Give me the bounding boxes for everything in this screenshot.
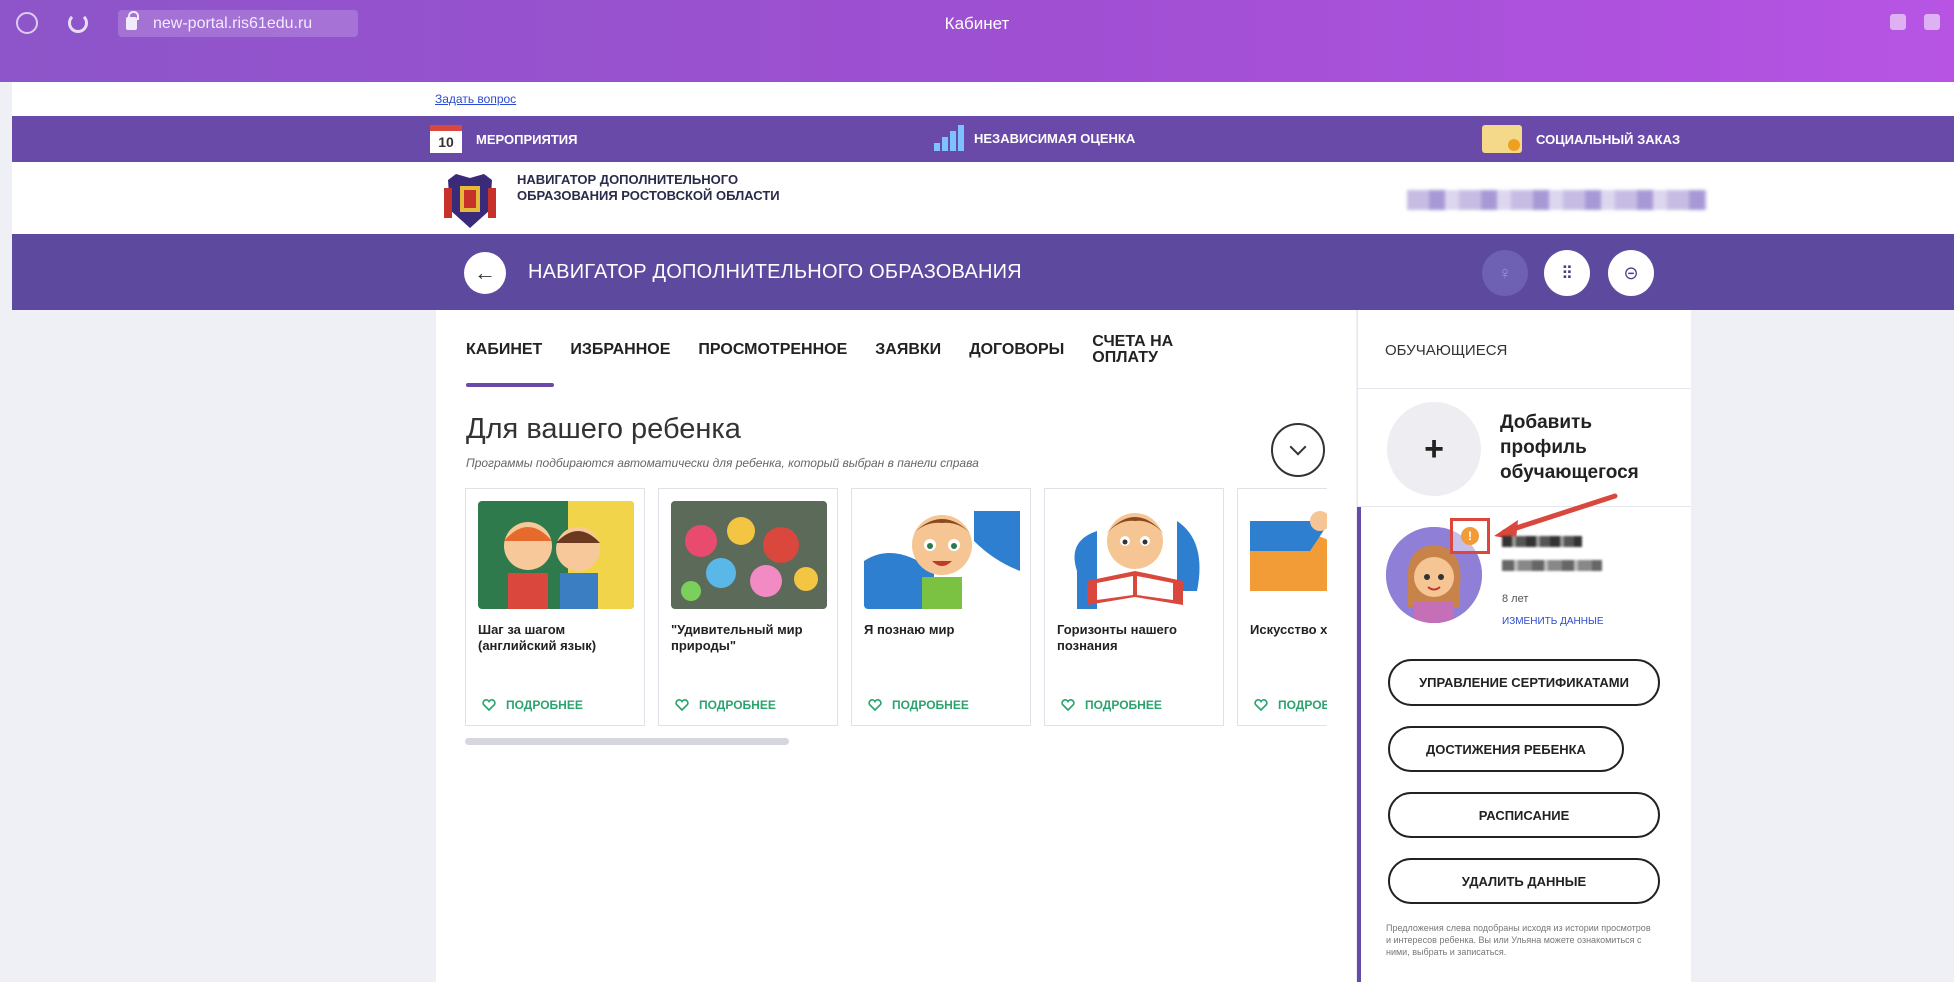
lock-icon <box>126 11 139 30</box>
logout-button[interactable]: ⊝ <box>1608 250 1654 296</box>
ask-question-link[interactable]: Задать вопрос <box>435 92 516 106</box>
child-achievements-button[interactable]: Достижения ребенка <box>1388 726 1624 772</box>
program-card-title: Я познаю мир <box>864 622 955 637</box>
url-text: new-portal.ris61edu.ru <box>153 14 313 32</box>
section-title: Для вашего ребенка <box>466 413 741 445</box>
program-card-title: Горизонты нашего познания <box>1057 622 1177 653</box>
kids-classroom-image <box>478 501 634 609</box>
program-card-title: Искусство хореографии <box>1250 622 1327 637</box>
carousel-scrollbar[interactable] <box>465 738 789 745</box>
portal-nav-label: Мероприятия <box>476 131 578 147</box>
add-profile-button[interactable]: + <box>1387 402 1481 496</box>
tab-contracts[interactable]: Договоры <box>969 342 1064 358</box>
tab-invoices[interactable]: Счета на оплату <box>1092 334 1192 366</box>
bookmark-icon[interactable] <box>1924 14 1940 30</box>
program-card-more-label: Подробнее <box>1278 698 1327 712</box>
sliders-icon: ⫶⫶ <box>1562 262 1572 283</box>
selected-student-indicator <box>1357 507 1361 982</box>
navigator-title: Навигатор дополнительного образования <box>528 261 1022 283</box>
navigator-bar: ← Навигатор дополнительного образования … <box>12 234 1954 310</box>
section-subtitle: Программы подбираются автоматически для … <box>466 456 979 470</box>
program-card-more-link[interactable]: Подробнее <box>1254 698 1327 712</box>
program-card-more-link[interactable]: Подробнее <box>482 698 583 712</box>
browser-bar: new-portal.ris61edu.ru Кабинет <box>0 0 1954 82</box>
annotation-arrow-icon <box>1494 493 1618 540</box>
browser-menu-icon[interactable] <box>16 12 38 34</box>
boy-cartoon-image <box>864 501 1020 609</box>
warning-icon[interactable]: ! <box>1461 527 1479 545</box>
program-card-more-label: Подробнее <box>1085 698 1162 712</box>
portal-nav-label: Социальный заказ <box>1536 131 1681 147</box>
program-card-more-label: Подробнее <box>506 698 583 712</box>
dance-image <box>1250 501 1327 609</box>
portal-nav-label: Независимая оценка <box>974 130 1136 146</box>
child-surname-blurred <box>1502 560 1602 571</box>
divider <box>1357 388 1691 389</box>
cabinet-tabs: Кабинет Избранное Просмотренное Заявки Д… <box>466 334 1220 366</box>
portal-nav-item-assessment[interactable]: Независимая оценка <box>934 125 1135 151</box>
schedule-button[interactable]: Расписание <box>1388 792 1660 838</box>
heart-icon[interactable] <box>1254 699 1268 711</box>
portal-nav-item-events[interactable]: 10 Мероприятия <box>430 125 577 153</box>
students-panel-title: Обучающиеся <box>1385 342 1508 359</box>
child-age: 8 лет <box>1502 593 1529 605</box>
region-header: Навигатор дополнительного образования Ро… <box>12 162 1954 234</box>
arrow-left-icon: ← <box>474 260 496 285</box>
region-title[interactable]: Навигатор дополнительного образования Ро… <box>517 172 817 204</box>
active-tab-indicator <box>466 383 554 387</box>
profile-button[interactable]: ♀ <box>1482 250 1528 296</box>
program-card-title: "Удивительный мир природы" <box>671 622 803 653</box>
program-card-more-label: Подробнее <box>699 698 776 712</box>
program-card[interactable]: Я познаю мир Подробнее <box>851 488 1031 726</box>
browser-extensions <box>1890 14 1940 30</box>
plus-icon: + <box>1424 429 1444 468</box>
portal-nav-item-social-order[interactable]: Социальный заказ <box>1482 125 1680 153</box>
reload-icon[interactable] <box>68 13 88 33</box>
exit-icon: ⊝ <box>1623 262 1639 283</box>
back-button[interactable]: ← <box>464 252 506 294</box>
user-info-blurred <box>1407 190 1707 210</box>
document-icon <box>1482 125 1522 153</box>
program-card-more-label: Подробнее <box>892 698 969 712</box>
child-name-blurred <box>1502 536 1582 547</box>
program-card-more-link[interactable]: Подробнее <box>868 698 969 712</box>
tab-favorites[interactable]: Избранное <box>570 342 670 358</box>
recommendation-note: Предложения слева подобраны исходя из ис… <box>1386 923 1651 957</box>
program-card-more-link[interactable]: Подробнее <box>675 698 776 712</box>
program-card[interactable]: Искусство хореографии Подробнее <box>1237 488 1327 726</box>
program-card[interactable]: Шаг за шагом (английский язык) Подробнее <box>465 488 645 726</box>
program-card-more-link[interactable]: Подробнее <box>1061 698 1162 712</box>
boy-reading-image <box>1057 501 1213 609</box>
translate-icon[interactable] <box>1890 14 1906 30</box>
user-icon: ♀ <box>1498 262 1512 283</box>
coat-of-arms-icon[interactable] <box>440 170 500 232</box>
tab-applications[interactable]: Заявки <box>875 342 941 358</box>
delete-data-button[interactable]: Удалить данные <box>1388 858 1660 904</box>
heart-icon[interactable] <box>482 699 496 711</box>
program-card[interactable]: Горизонты нашего познания Подробнее <box>1044 488 1224 726</box>
tab-viewed[interactable]: Просмотренное <box>698 342 847 358</box>
flower-crafts-image <box>671 501 827 609</box>
program-cards-carousel[interactable]: Шаг за шагом (английский язык) Подробнее… <box>465 488 1327 728</box>
heart-icon[interactable] <box>868 699 882 711</box>
program-card[interactable]: "Удивительный мир природы" Подробнее <box>658 488 838 726</box>
settings-button[interactable]: ⫶⫶ <box>1544 250 1590 296</box>
address-bar[interactable]: new-portal.ris61edu.ru <box>118 10 358 37</box>
add-profile-label[interactable]: Добавить профиль обучающегося <box>1500 410 1680 485</box>
chart-icon <box>934 125 966 151</box>
program-card-title: Шаг за шагом (английский язык) <box>478 622 597 653</box>
heart-icon[interactable] <box>675 699 689 711</box>
edit-child-link[interactable]: Изменить данные <box>1502 616 1604 627</box>
tab-cabinet[interactable]: Кабинет <box>466 342 542 358</box>
heart-icon[interactable] <box>1061 699 1075 711</box>
calendar-icon: 10 <box>430 125 462 153</box>
manage-certificates-button[interactable]: Управление сертификатами <box>1388 659 1660 706</box>
portal-nav: 10 Мероприятия Независимая оценка Социал… <box>12 116 1954 162</box>
collapse-button[interactable] <box>1271 423 1325 477</box>
